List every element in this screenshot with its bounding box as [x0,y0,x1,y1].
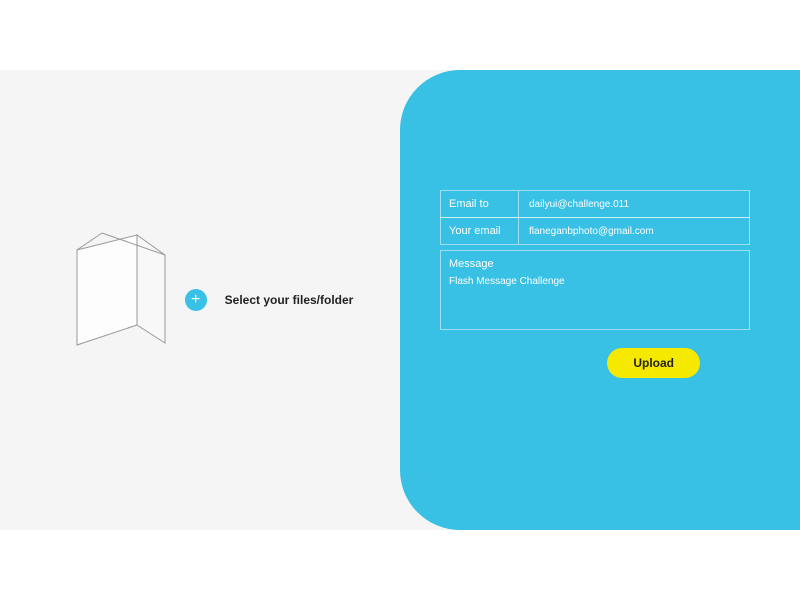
your-email-field[interactable] [519,219,749,244]
email-to-row: Email to [440,190,750,218]
add-files-button[interactable]: + [185,289,207,311]
right-panel: Email to Your email Message Upload [400,70,800,530]
email-to-field[interactable] [519,192,749,217]
your-email-label: Your email [441,218,519,244]
your-email-row: Your email [440,217,750,245]
email-to-label: Email to [441,191,519,217]
app-canvas: + Select your files/folder Email to Your… [0,70,800,530]
upload-button[interactable]: Upload [607,348,700,378]
cube-icon [47,225,167,375]
plus-icon: + [191,291,200,309]
message-label: Message [449,258,741,270]
select-files-label: Select your files/folder [225,293,354,307]
left-panel: + Select your files/folder [0,70,400,530]
box-illustration [47,225,167,375]
file-select-area: + Select your files/folder [47,225,354,375]
message-box: Message [440,250,750,330]
message-field[interactable] [449,276,741,298]
